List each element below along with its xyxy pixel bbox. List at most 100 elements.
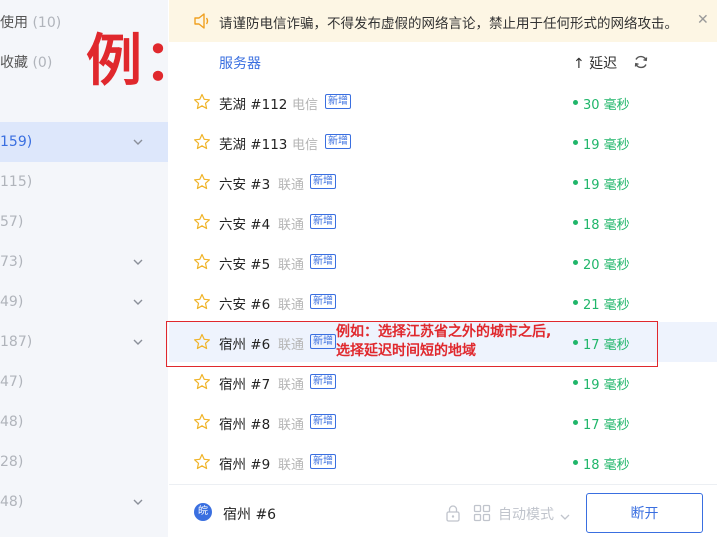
lock-icon[interactable]	[445, 504, 461, 522]
sidebar-item[interactable]: 28)	[0, 442, 168, 482]
new-badge: 新增	[325, 94, 351, 109]
chevron-down-icon[interactable]	[132, 496, 144, 508]
sidebar-item[interactable]: 47)	[0, 362, 168, 402]
server-column-header[interactable]: 服务器	[219, 53, 261, 73]
sidebar-item-anhui[interactable]: 159)	[0, 122, 168, 162]
sidebar-item[interactable]: 187)	[0, 322, 168, 362]
status-dot-icon	[573, 380, 578, 385]
sidebar-item-count: 48)	[0, 494, 24, 510]
server-isp: 电信	[292, 138, 319, 153]
star-icon[interactable]	[193, 173, 211, 191]
star-icon[interactable]	[193, 253, 211, 271]
server-latency: 20 毫秒	[583, 258, 630, 273]
sidebar-item[interactable]: 57)	[0, 202, 168, 242]
server-row[interactable]: 六安 #3 联通 新增 19 毫秒	[169, 162, 717, 202]
server-row[interactable]: 宿州 #8 联通 新增 17 毫秒	[169, 402, 717, 442]
server-isp: 联通	[278, 418, 305, 433]
chevron-down-icon[interactable]	[132, 136, 144, 148]
server-row[interactable]: 六安 #4 联通 新增 18 毫秒	[169, 202, 717, 242]
server-row[interactable]: 六安 #6 联通 新增 21 毫秒	[169, 282, 717, 322]
server-latency: 18 毫秒	[583, 218, 630, 233]
refresh-icon[interactable]	[633, 54, 649, 70]
status-dot-icon	[573, 260, 578, 265]
annotation-line: 选择延迟时间短的地域	[336, 343, 476, 359]
server-row[interactable]: 芜湖 #113 电信 新增 19 毫秒	[169, 122, 717, 162]
sidebar-item[interactable]: 48)	[0, 482, 168, 522]
chevron-down-icon[interactable]	[132, 296, 144, 308]
server-isp: 电信	[292, 98, 319, 113]
chevron-down-icon[interactable]	[132, 256, 144, 268]
server-isp: 联通	[278, 258, 305, 273]
server-isp: 联通	[278, 378, 305, 393]
server-name: 芜湖 #112	[219, 97, 288, 113]
sidebar-item[interactable]: 115)	[0, 162, 168, 202]
sidebar-item-count: (0)	[32, 55, 53, 71]
sidebar-item-label: 收藏	[0, 55, 28, 71]
server-latency: 21 毫秒	[583, 298, 630, 313]
new-badge: 新增	[310, 454, 336, 469]
star-icon[interactable]	[193, 293, 211, 311]
sidebar-item-count: (10)	[32, 15, 62, 31]
sidebar-item[interactable]: 49)	[0, 282, 168, 322]
latency-sort-header[interactable]: ↑ 延迟	[573, 53, 617, 73]
server-name: 宿州 #7	[219, 377, 271, 393]
status-dot-icon	[573, 300, 578, 305]
sidebar-item-count: 115)	[0, 174, 33, 190]
status-dot-icon	[573, 140, 578, 145]
server-row[interactable]: 宿州 #7 联通 新增 19 毫秒	[169, 362, 717, 402]
status-dot-icon	[573, 100, 578, 105]
sidebar-item-count: 28)	[0, 454, 24, 470]
star-icon[interactable]	[193, 413, 211, 431]
star-icon[interactable]	[193, 93, 211, 111]
status-dot-icon	[573, 420, 578, 425]
sidebar-item-count: 187)	[0, 334, 33, 350]
chevron-down-icon[interactable]	[132, 336, 144, 348]
server-name: 六安 #5	[219, 257, 271, 273]
sidebar-item-count: 57)	[0, 214, 24, 230]
star-icon[interactable]	[193, 373, 211, 391]
server-latency: 18 毫秒	[583, 458, 630, 473]
notice-bar: 请谨防电信诈骗，不得发布虚假的网络言论，禁止用于任何形式的网络攻击。	[169, 0, 717, 42]
server-name: 六安 #4	[219, 217, 271, 233]
server-name: 六安 #3	[219, 177, 271, 193]
server-latency: 30 毫秒	[583, 98, 630, 113]
sidebar-item[interactable]: 73)	[0, 242, 168, 282]
chevron-down-icon[interactable]	[559, 508, 571, 520]
new-badge: 新增	[310, 414, 336, 429]
close-icon[interactable]: ✕	[697, 12, 709, 28]
server-latency: 19 毫秒	[583, 378, 630, 393]
sidebar-item-count: 47)	[0, 374, 24, 390]
status-dot-icon	[573, 460, 578, 465]
server-row[interactable]: 六安 #5 联通 新增 20 毫秒	[169, 242, 717, 282]
mode-grid-icon	[473, 504, 491, 522]
star-icon[interactable]	[193, 213, 211, 231]
server-isp: 联通	[278, 298, 305, 313]
server-latency: 17 毫秒	[583, 418, 630, 433]
new-badge: 新增	[325, 134, 351, 149]
mode-select[interactable]: 自动模式	[498, 504, 554, 524]
server-name: 六安 #6	[219, 297, 271, 313]
status-dot-icon	[573, 220, 578, 225]
server-isp: 联通	[278, 458, 305, 473]
star-icon[interactable]	[193, 453, 211, 471]
server-row[interactable]: 芜湖 #112 电信 新增 30 毫秒	[169, 82, 717, 122]
connection-bar: 皖 宿州 #6 自动模式 断开	[169, 484, 717, 537]
status-dot-icon	[573, 180, 578, 185]
server-row[interactable]: 宿州 #9 联通 新增 18 毫秒	[169, 442, 717, 482]
server-isp: 联通	[278, 218, 305, 233]
region-badge-icon: 皖	[194, 503, 212, 521]
server-isp: 联通	[278, 178, 305, 193]
disconnect-button[interactable]: 断开	[586, 493, 703, 533]
server-name: 芜湖 #113	[219, 137, 288, 153]
new-badge: 新增	[310, 254, 336, 269]
new-badge: 新增	[310, 214, 336, 229]
current-server-name: 宿州 #6	[223, 507, 277, 523]
sidebar-item[interactable]: 48)	[0, 402, 168, 442]
new-badge: 新增	[310, 374, 336, 389]
sidebar-item-count: 159)	[0, 134, 33, 150]
server-list-header: 服务器 ↑ 延迟	[169, 42, 717, 82]
server-latency: 19 毫秒	[583, 178, 630, 193]
star-icon[interactable]	[193, 133, 211, 151]
server-name: 宿州 #8	[219, 417, 271, 433]
new-badge: 新增	[310, 294, 336, 309]
